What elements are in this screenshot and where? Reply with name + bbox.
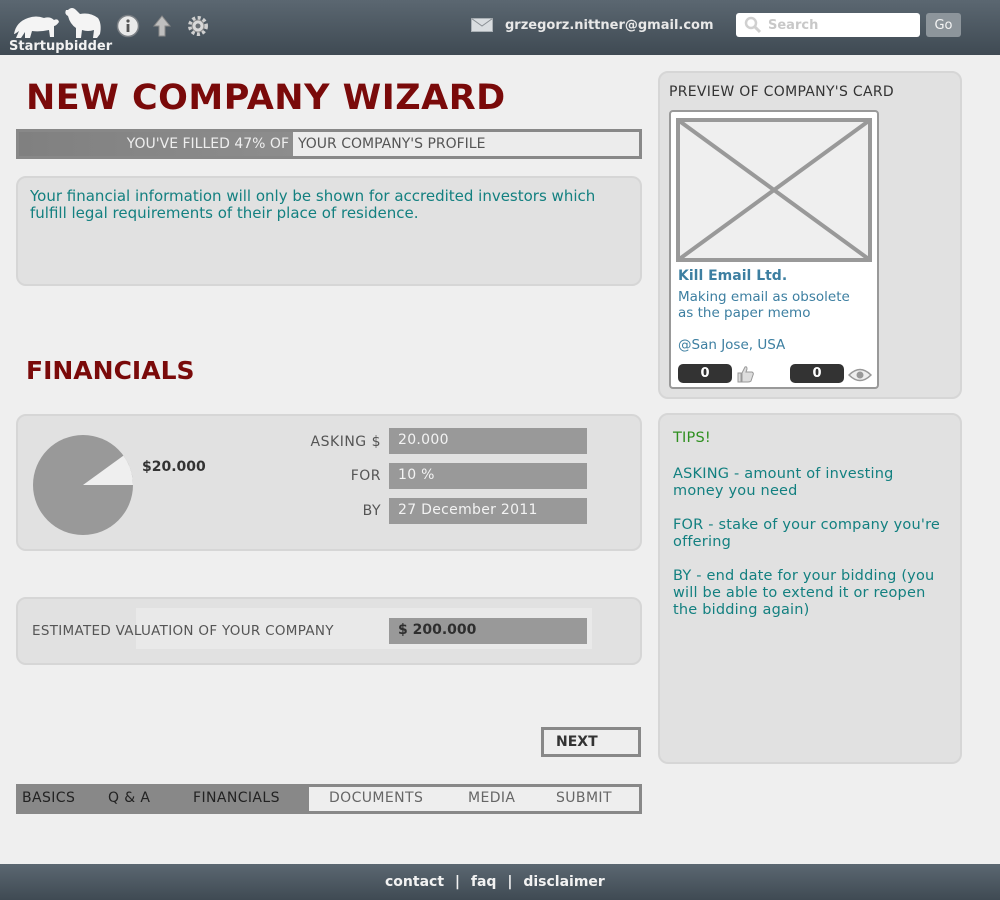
tip-for: FOR - stake of your company you're offer…	[673, 517, 941, 550]
logo-text[interactable]: Startupbidder	[9, 39, 112, 54]
step-basics[interactable]: BASICS	[22, 790, 75, 806]
user-email[interactable]: grzegorz.nittner@gmail.com	[505, 18, 714, 33]
top-bar: Startupbidder grzegorz.nittner@gmail.com…	[0, 0, 1000, 55]
footer-disclaimer-link[interactable]: disclaimer	[523, 874, 604, 890]
pie-label: $20.000	[142, 459, 206, 475]
company-description: Making email as obsolete as the paper me…	[678, 289, 850, 321]
progress-rest-text: YOUR COMPANY'S PROFILE	[293, 132, 639, 156]
info-icon[interactable]	[116, 14, 140, 38]
upload-arrow-icon[interactable]	[150, 14, 174, 38]
tip-asking: ASKING - amount of investing money you n…	[673, 466, 894, 499]
asking-input[interactable]: 20.000	[389, 428, 587, 454]
for-input[interactable]: 10 %	[389, 463, 587, 489]
search-go-button[interactable]: Go	[926, 13, 961, 37]
mail-icon	[471, 18, 493, 32]
step-qa[interactable]: Q & A	[108, 790, 150, 806]
eye-icon	[848, 368, 872, 382]
views-count: 0	[790, 364, 844, 383]
user-account[interactable]: grzegorz.nittner@gmail.com	[471, 15, 714, 35]
by-label: BY	[362, 503, 381, 519]
profile-progress-bar: YOU'VE FILLED 47% OF YOUR COMPANY'S PROF…	[16, 129, 642, 159]
tip-by: BY - end date for your bidding (you will…	[673, 568, 935, 618]
tips-content: TIPS! ASKING - amount of investing money…	[673, 430, 943, 636]
asking-pie-chart	[33, 435, 133, 535]
image-placeholder-icon	[676, 118, 872, 262]
asking-label: ASKING $	[310, 434, 381, 450]
search-icon	[744, 16, 762, 34]
thumbs-up-icon[interactable]	[735, 364, 755, 384]
for-label: FOR	[350, 468, 381, 484]
likes-count: 0	[678, 364, 732, 383]
section-title: FINANCIALS	[26, 356, 195, 385]
step-financials[interactable]: FINANCIALS	[193, 790, 280, 806]
valuation-label: ESTIMATED VALUATION OF YOUR COMPANY	[32, 623, 334, 639]
valuation-value: $ 200.000	[389, 618, 587, 644]
notice-panel: Your financial information will only be …	[16, 176, 642, 286]
by-date-input[interactable]: 27 December 2011	[389, 498, 587, 524]
preview-title: PREVIEW OF COMPANY'S CARD	[669, 84, 894, 100]
next-button[interactable]: NEXT	[541, 727, 641, 757]
notice-text: Your financial information will only be …	[30, 187, 596, 222]
progress-filled-text: YOU'VE FILLED 47% OF	[19, 132, 293, 156]
wizard-steps: BASICS Q & A FINANCIALS DOCUMENTS MEDIA …	[16, 784, 642, 814]
company-card[interactable]: Kill Email Ltd. Making email as obsolete…	[669, 110, 879, 389]
step-documents[interactable]: DOCUMENTS	[329, 790, 423, 806]
footer-separator: |	[454, 874, 461, 890]
footer-contact-link[interactable]: contact	[385, 874, 444, 890]
footer: contact | faq | disclaimer	[0, 864, 1000, 900]
gear-icon[interactable]	[186, 14, 210, 38]
step-media[interactable]: MEDIA	[468, 790, 515, 806]
company-location: @San Jose, USA	[678, 337, 786, 353]
tips-title: TIPS!	[673, 430, 711, 446]
footer-faq-link[interactable]: faq	[471, 874, 497, 890]
search-box[interactable]	[736, 13, 920, 37]
search-input[interactable]	[768, 17, 918, 33]
step-submit[interactable]: SUBMIT	[556, 790, 612, 806]
footer-separator: |	[507, 874, 513, 890]
page-title: NEW COMPANY WIZARD	[26, 78, 506, 118]
company-name[interactable]: Kill Email Ltd.	[678, 268, 787, 284]
